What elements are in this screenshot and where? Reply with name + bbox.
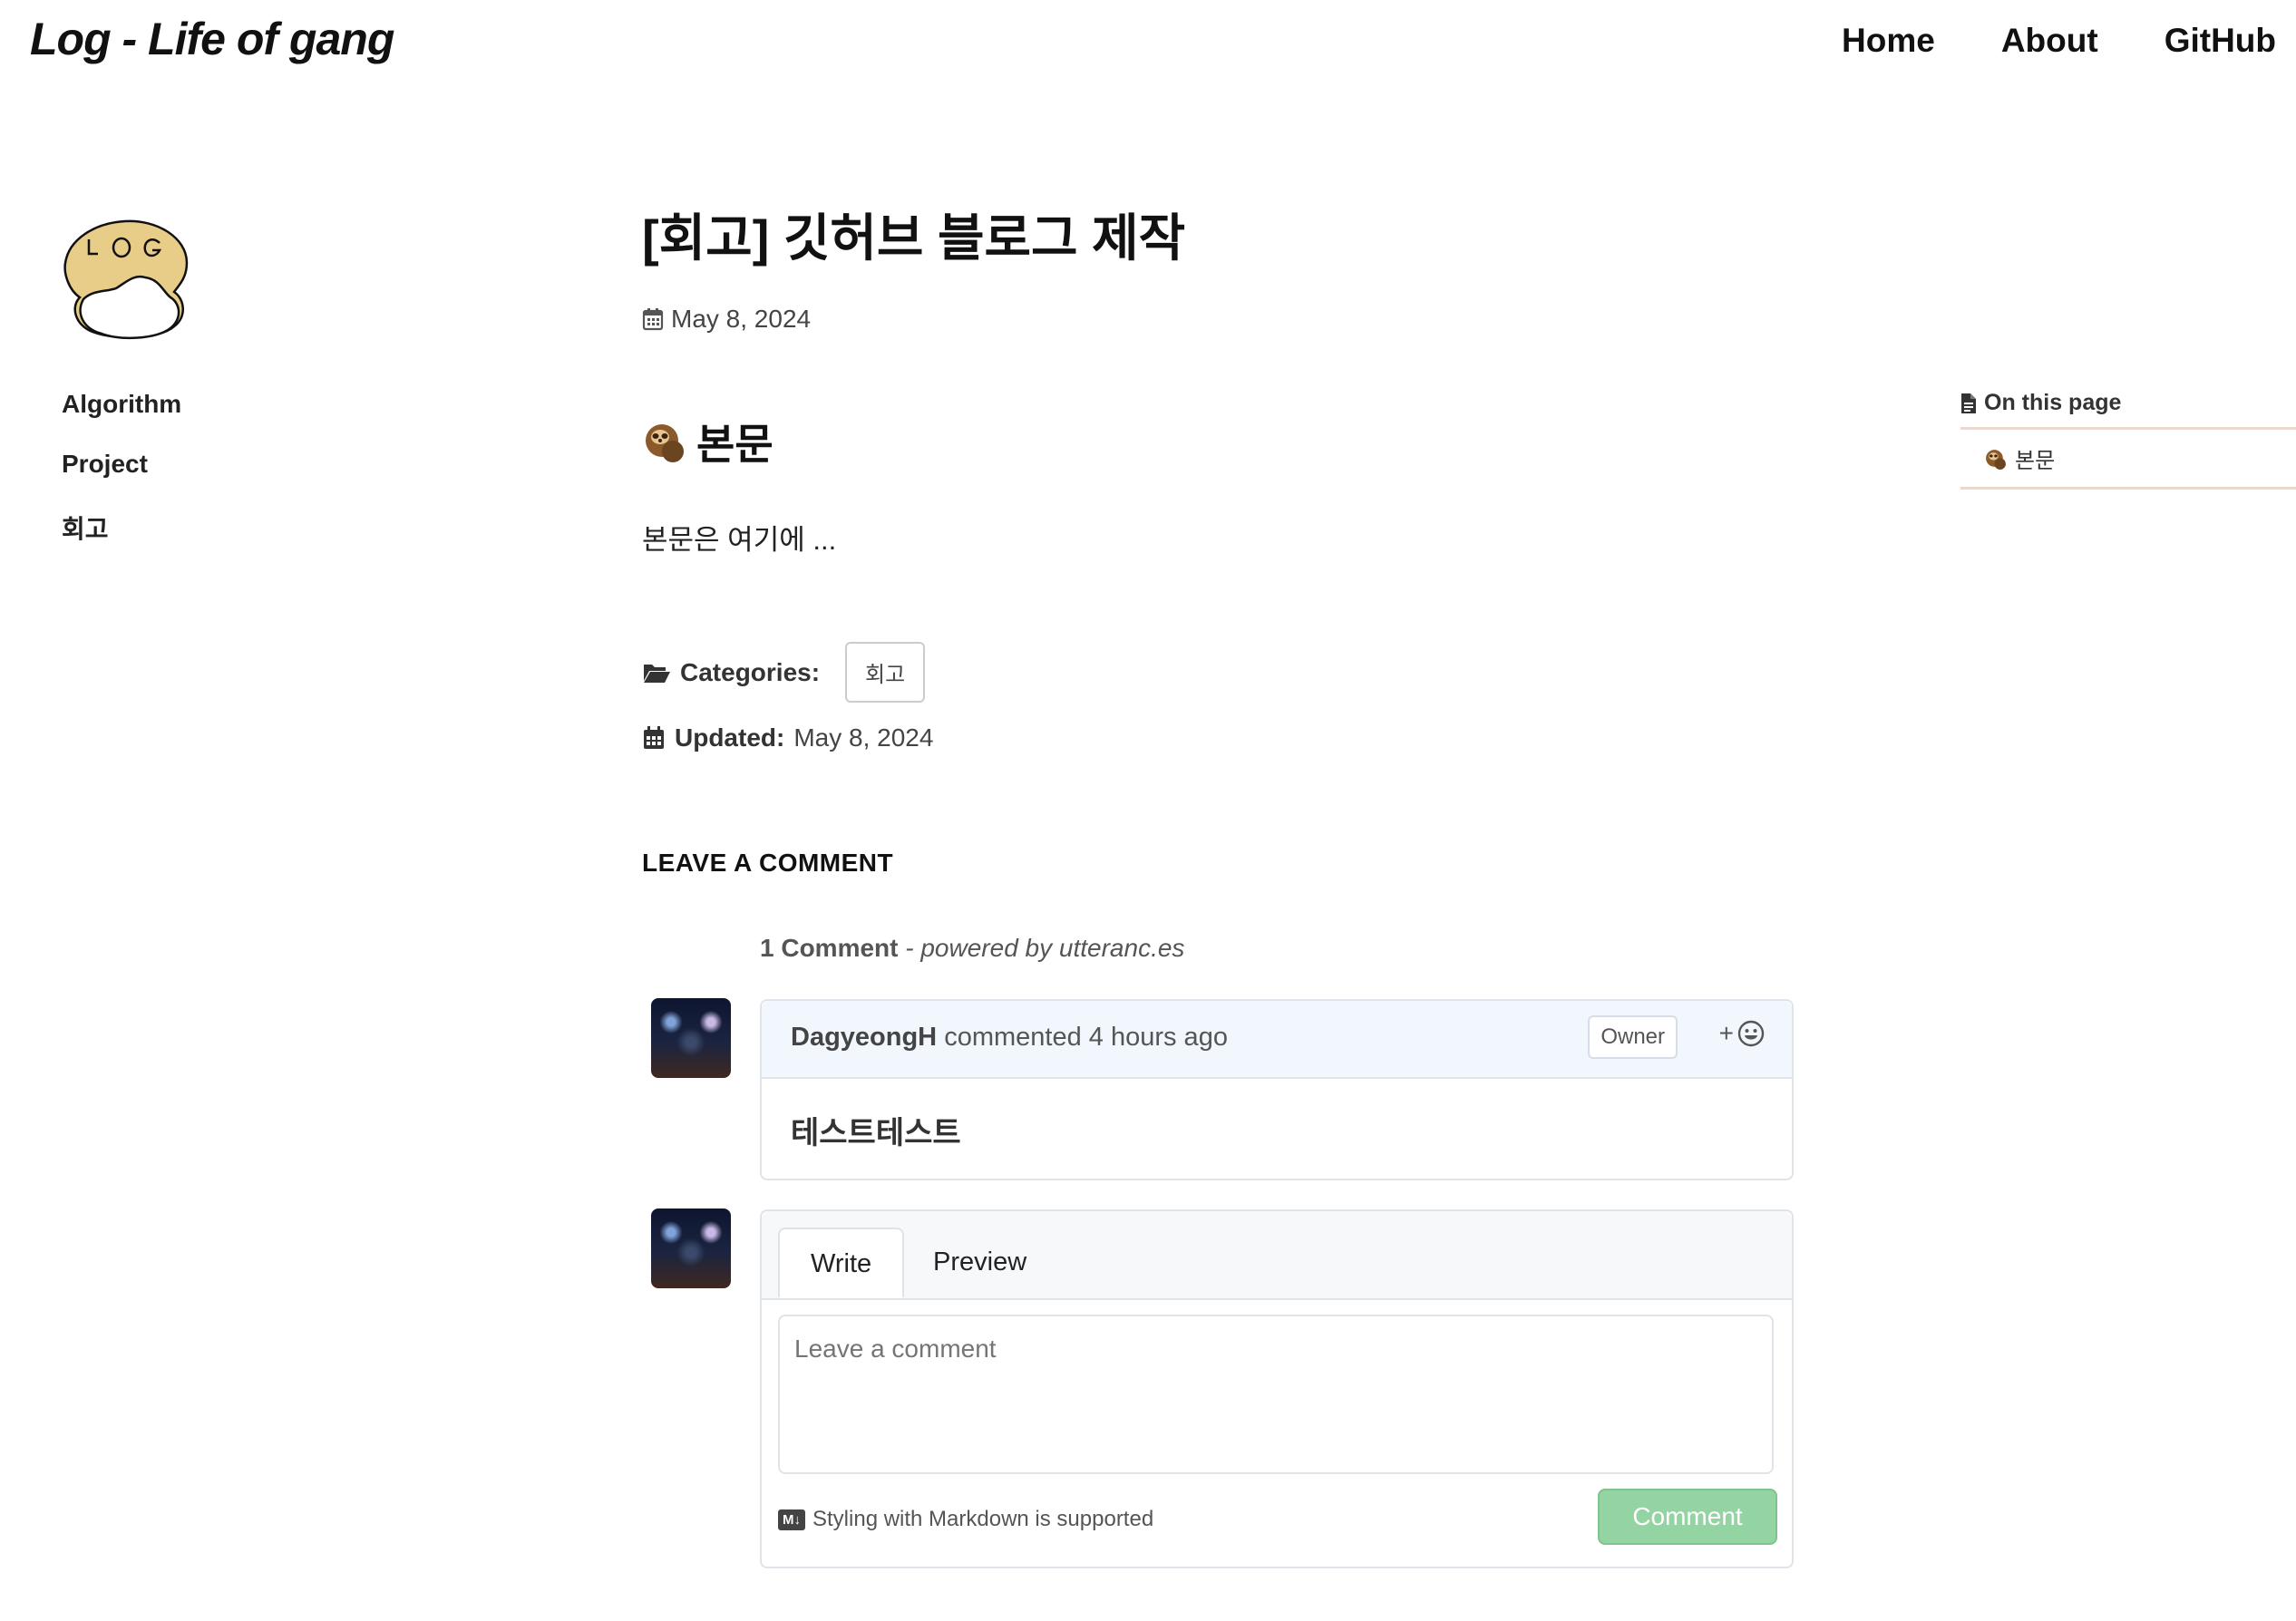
calendar-icon <box>642 308 664 331</box>
leave-comment-heading: LEAVE A COMMENT <box>642 849 894 877</box>
avatar[interactable] <box>651 998 731 1078</box>
table-of-contents: On this page 본문 <box>1960 390 2296 490</box>
comment-author[interactable]: DagyeongH <box>791 1023 937 1052</box>
avatar[interactable] <box>651 1208 731 1288</box>
toc-item[interactable]: 본문 <box>1960 430 2296 490</box>
sloth-emoji-icon <box>646 424 684 462</box>
log-cat-logo-icon[interactable] <box>62 216 190 345</box>
toc-title: On this page <box>1960 390 2296 430</box>
categories-label: Categories: <box>680 657 821 686</box>
markdown-note-text: Styling with Markdown is supported <box>812 1507 1154 1531</box>
toc-title-text: On this page <box>1984 390 2122 415</box>
updated-row: Updated: May 8, 2024 <box>642 723 933 752</box>
comment-editor: Write Preview M↓ Styling with Markdown i… <box>760 1209 1794 1568</box>
file-icon <box>1961 393 1976 413</box>
comments-header: 1 Comment - powered by utteranc.es <box>760 934 1184 963</box>
comment-textarea[interactable] <box>778 1315 1774 1474</box>
comment-meta: DagyeongH commented 4 hours ago <box>791 1023 1228 1053</box>
section-heading-text: 본문 <box>696 421 773 468</box>
tab-preview[interactable]: Preview <box>902 1228 1057 1298</box>
tab-write[interactable]: Write <box>778 1228 905 1298</box>
comment-body: 테스트테스트 <box>791 1116 961 1150</box>
site-title[interactable]: Log - Life of gang <box>30 13 394 65</box>
owner-badge: Owner <box>1588 1015 1678 1059</box>
calendar-icon <box>644 726 664 749</box>
sidebar-item-retrospective[interactable]: 회고 <box>62 510 181 546</box>
sidebar-item-project[interactable]: Project <box>62 450 181 479</box>
toc-item-label: 본문 <box>2015 449 2056 473</box>
post-body: 본문은 여기에 ... <box>642 524 837 556</box>
nav-github[interactable]: GitHub <box>2165 22 2276 60</box>
plus-icon: + <box>1718 1019 1734 1047</box>
comment-timestamp[interactable]: commented 4 hours ago <box>944 1023 1228 1052</box>
section-heading: 본문 <box>642 412 773 471</box>
top-nav: Home About GitHub <box>1842 22 2276 60</box>
post-date: May 8, 2024 <box>642 305 811 334</box>
add-reaction-button[interactable]: + <box>1719 1019 1765 1048</box>
sidebar-nav: Algorithm Project 회고 <box>62 390 181 577</box>
category-tag[interactable]: 회고 <box>845 642 926 703</box>
updated-label: Updated: <box>675 723 785 752</box>
comment-header: DagyeongH commented 4 hours ago Owner + <box>762 1001 1792 1079</box>
comment: DagyeongH commented 4 hours ago Owner + … <box>760 999 1794 1180</box>
powered-by-link[interactable]: - powered by utteranc.es <box>905 934 1184 962</box>
nav-home[interactable]: Home <box>1842 22 1935 60</box>
updated-date: May 8, 2024 <box>793 723 934 752</box>
sloth-emoji-icon <box>1986 449 2006 470</box>
markdown-icon: M↓ <box>778 1509 805 1530</box>
comment-submit-button[interactable]: Comment <box>1598 1489 1777 1545</box>
smiley-icon <box>1737 1020 1765 1047</box>
post-date-text: May 8, 2024 <box>671 305 812 333</box>
sidebar-item-algorithm[interactable]: Algorithm <box>62 390 181 419</box>
comment-count[interactable]: 1 Comment <box>760 934 898 962</box>
folder-open-icon <box>644 664 670 683</box>
markdown-note[interactable]: M↓ Styling with Markdown is supported <box>778 1507 1153 1532</box>
nav-about[interactable]: About <box>2001 22 2098 60</box>
page-title: [회고] 깃허브 블로그 제작 <box>642 209 1186 267</box>
editor-tabs: Write Preview <box>762 1211 1792 1300</box>
categories-row: Categories: 회고 <box>642 642 926 703</box>
